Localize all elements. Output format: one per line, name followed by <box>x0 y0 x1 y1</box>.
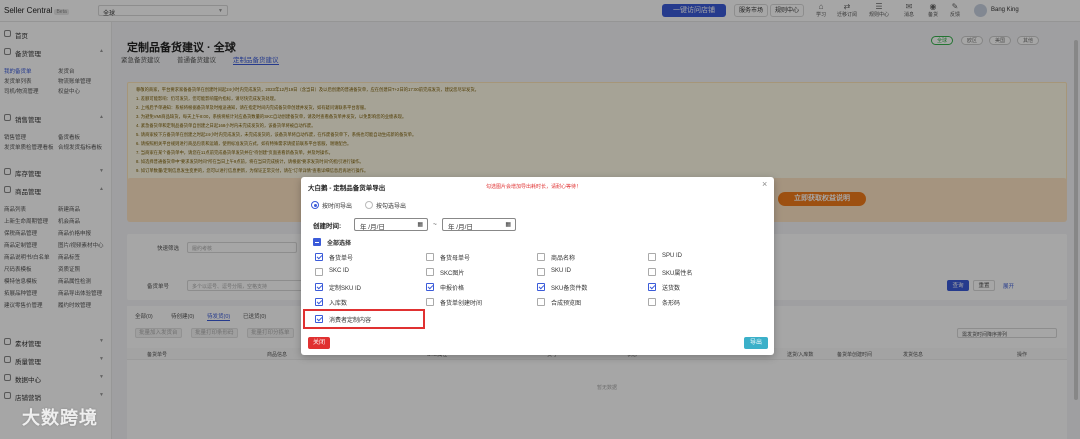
radio-label: 按时间导出 <box>322 204 353 210</box>
checkbox-label: 定制SKU ID <box>329 286 362 292</box>
checkbox-label: 备货单创建时间 <box>440 301 483 307</box>
checkbox-box <box>648 253 656 261</box>
radio-dot <box>311 201 319 209</box>
checkbox-box <box>426 268 434 276</box>
checkbox-box <box>537 268 545 276</box>
checkbox-box <box>537 298 545 306</box>
modal-warning: 勾选图片会增加导出耗时长，请耐心等待！ <box>486 184 582 190</box>
checkbox-box <box>315 315 323 323</box>
checkbox-box <box>426 298 434 306</box>
checkbox-box <box>537 253 545 261</box>
checkbox-box <box>315 283 323 291</box>
date-separator: ~ <box>433 221 437 228</box>
checkbox-box <box>426 283 434 291</box>
checkbox-label: 合成预览图 <box>551 301 582 307</box>
date-start-value: 年 /月/日 <box>360 224 385 231</box>
modal-title: 大白鹅 - 定制品备货单导出 <box>308 185 386 192</box>
close-icon[interactable]: × <box>762 180 767 189</box>
date-end-value: 年 /月/日 <box>448 224 473 231</box>
checkbox-label: SKC图片 <box>440 271 465 277</box>
close-button[interactable]: 关闭 <box>308 337 330 349</box>
checkbox-box <box>426 253 434 261</box>
checkbox-box <box>648 283 656 291</box>
calendar-icon: ▦ <box>417 222 423 228</box>
checkbox-box <box>315 268 323 276</box>
checkbox-box <box>315 298 323 306</box>
checkbox-label: 条形码 <box>662 301 681 307</box>
checkbox-label: 送货数 <box>662 286 681 292</box>
checkbox-box <box>648 298 656 306</box>
checkbox-label: 商品名称 <box>551 256 576 262</box>
checkbox-label: 入库数 <box>329 301 348 307</box>
date-end-input[interactable]: 年 /月/日 ▦ <box>442 218 516 231</box>
checkbox-box <box>537 283 545 291</box>
checkbox-label: 备货母单号 <box>440 256 471 262</box>
watermark-logo: 大数跨境 <box>22 408 98 428</box>
checkbox-box <box>315 253 323 261</box>
checkbox-label: 消费者定制内容 <box>329 318 372 324</box>
calendar-icon: ▦ <box>505 222 511 228</box>
export-modal: 大白鹅 - 定制品备货单导出 勾选图片会增加导出耗时长，请耐心等待！ × 按时间… <box>301 177 774 355</box>
checkbox-label: 申报价格 <box>440 286 465 292</box>
checkbox-box <box>648 268 656 276</box>
checkbox-label: SKU属性名 <box>662 271 693 277</box>
checkbox-label: 全部选择 <box>327 241 352 247</box>
checkbox-label: SPU ID <box>662 253 683 259</box>
checkbox-label: SKU ID <box>551 268 572 274</box>
checkbox-label: 备货单号 <box>329 256 354 262</box>
created-time-label: 创建时间: <box>313 223 342 230</box>
export-button[interactable]: 导出 <box>744 337 768 349</box>
radio-dot <box>365 201 373 209</box>
checkbox-label: SKU备货件数 <box>551 286 588 292</box>
checkbox-label: SKC ID <box>329 268 350 274</box>
radio-label: 按勾选导出 <box>376 204 407 210</box>
date-start-input[interactable]: 年 /月/日 ▦ <box>354 218 428 231</box>
checkbox-box <box>313 238 321 246</box>
